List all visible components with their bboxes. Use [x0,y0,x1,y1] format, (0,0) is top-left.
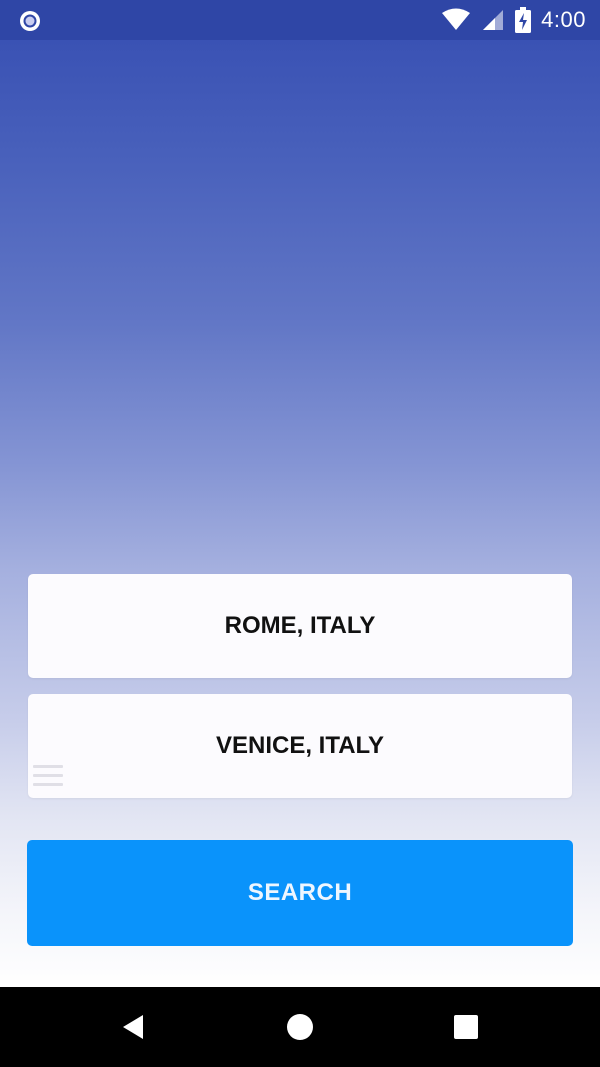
destination-city-label: VENICE, ITALY [215,732,385,759]
recents-icon [454,1015,478,1039]
wifi-icon [442,8,471,30]
home-icon [287,1014,313,1040]
recents-button[interactable] [448,1009,484,1045]
drag-handle-icon[interactable] [33,765,63,791]
main-content: ROME, ITALY VENICE, ITALY SEARCH [0,40,600,987]
destination-city-card[interactable]: VENICE, ITALY [28,694,572,798]
origin-city-card[interactable]: ROME, ITALY [28,574,572,678]
navigation-bar [0,987,600,1067]
back-button[interactable] [115,1009,151,1045]
signal-icon [483,10,504,30]
origin-city-label: ROME, ITALY [224,612,376,639]
home-button[interactable] [282,1009,318,1045]
battery-charging-icon [515,7,532,33]
back-icon [123,1015,143,1039]
status-icons: 4:00 [441,0,586,40]
app-screen: 4:00 ROME, ITALY VENICE, ITALY SEARCH [0,0,600,1067]
search-button[interactable]: SEARCH [27,840,573,946]
status-bar: 4:00 [0,0,600,40]
app-notification-icon [20,11,40,31]
search-button-label: SEARCH [247,879,353,906]
status-time: 4:00 [541,7,586,32]
